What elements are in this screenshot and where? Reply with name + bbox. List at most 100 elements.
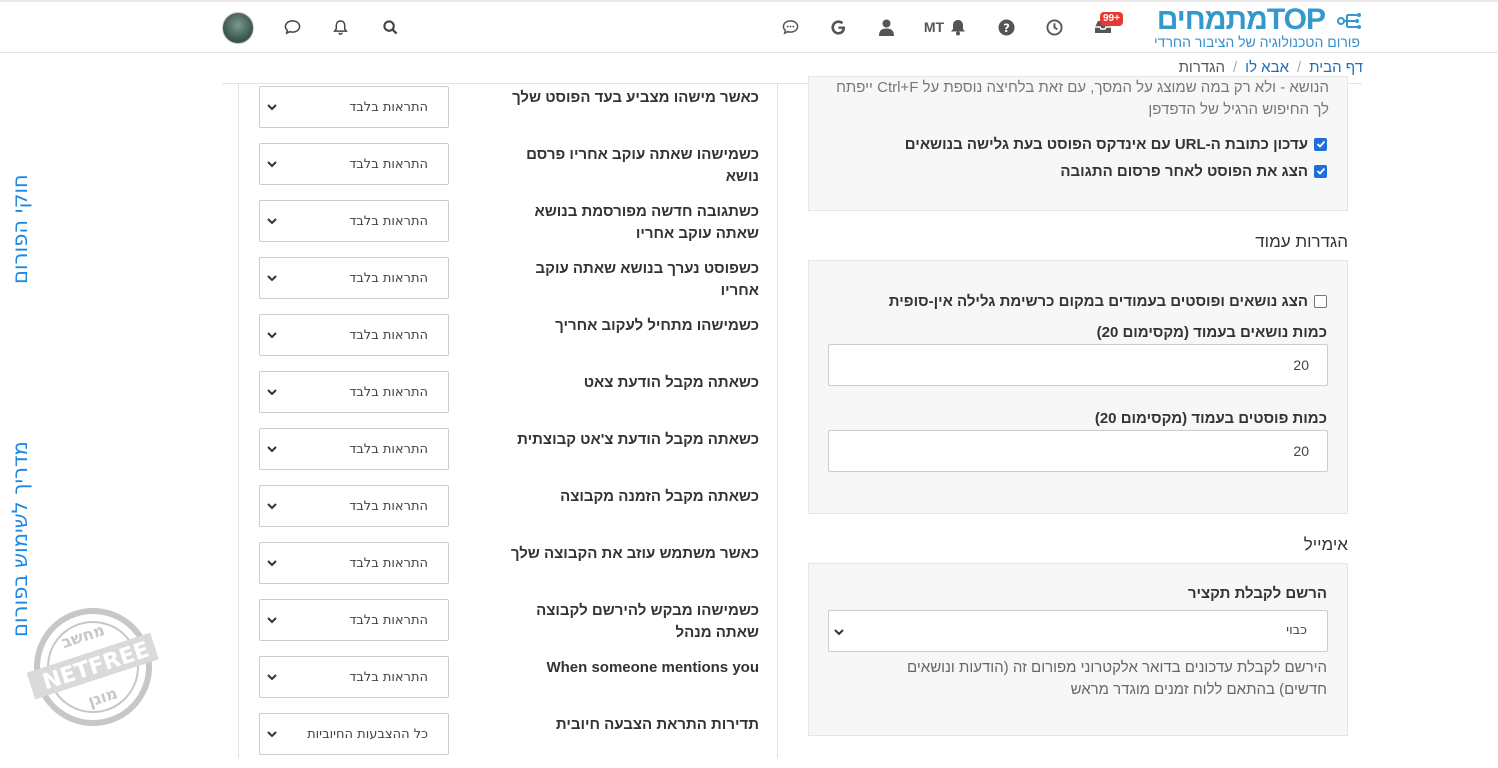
logo-title: מתמחיםTOP [1156,3,1326,36]
notification-select-value: התראות בלבד [349,498,428,514]
notification-label: כשאתה מקבל הודעת צ'אט קבוצתית [517,431,759,448]
notification-row: כשאתה מקבל הזמנה מקבוצה התראות בלבד [239,483,779,540]
watermark-top: מחשב [59,620,107,652]
notification-select[interactable]: התראות בלבד [259,371,449,413]
chevron-down-icon [267,104,277,111]
notification-select[interactable]: התראות בלבד [259,485,449,527]
notification-select[interactable]: התראות בלבד [259,542,449,584]
notification-label: כשמישהו שאתה עוקב אחריו פרסם נושא [526,146,759,185]
chevron-down-icon [267,161,277,168]
breadcrumb-user[interactable]: אבא לו [1245,59,1289,76]
notification-select[interactable]: התראות בלבד [259,257,449,299]
bell-icon[interactable] [948,2,968,52]
page-settings-title: הגדרות עמוד [1255,232,1348,251]
notification-row: כשמישהו שאתה עוקב אחריו פרסם נושא התראות… [239,141,779,198]
notification-select-value: התראות בלבד [349,327,428,343]
notification-label: כשאתה מקבל הודעת צאט [583,374,759,391]
notification-label: תדירות התראת הצבעה חיובית [555,716,759,733]
email-card: הרשם לקבלת תקציר כבוי הירשם לקבלת עדכוני… [808,563,1348,736]
notification-label: כשתגובה חדשה מפורסמת בנושא שאתה עוקב אחר… [534,203,759,242]
digest-help-text: הירשם לקבלת עדכונים בדואר אלקטרוני מפורו… [907,659,1327,698]
logo-circuit-icon [1337,13,1361,29]
chevron-down-icon [267,560,277,567]
notification-select-value: התראות בלבד [349,213,428,229]
chevron-down-icon [267,503,277,510]
digest-select-value: כבוי [1286,623,1307,638]
inbox-icon[interactable] [1092,2,1114,52]
notification-select-value: התראות בלבד [349,270,428,286]
notification-select[interactable]: התראות בלבד [259,86,449,128]
notification-select[interactable]: התראות בלבד [259,428,449,470]
search-help-text: הנושא - ולא רק במה שמוצג על המסך, עם זאת… [836,79,1329,118]
svg-text:?: ? [1003,20,1010,34]
general-settings-card: הנושא - ולא רק במה שמוצג על המסך, עם זאת… [808,76,1348,211]
digest-label: הרשם לקבלת תקציר [1187,585,1327,602]
chevron-down-icon [267,617,277,624]
notification-select-value: התראות בלבד [349,441,428,457]
chevron-down-icon [267,389,277,396]
user-icon[interactable] [876,2,896,52]
chevron-down-icon [834,629,844,636]
avatar[interactable] [222,12,254,44]
site-header: מתמחיםTOP פורום הטכנולוגיה של הציבור החר… [0,2,1498,53]
notification-row: כשפוסט נערך בנושא שאתה עוקב אחריו התראות… [239,255,779,312]
posts-per-page-label: כמות פוסטים בעמוד (מקסימום 20) [1094,410,1327,427]
help-icon[interactable]: ? [996,2,1016,52]
google-icon[interactable] [828,2,848,52]
notification-label: כאשר משתמש עוזב את הקבוצה שלך [510,545,759,562]
url-index-label: עדכון כתובת ה-URL עם אינדקס הפוסט בעת גל… [904,135,1308,153]
email-title: אימייל [1303,535,1348,554]
notification-select[interactable]: התראות בלבד [259,656,449,698]
notification-row: כאשר משתמש עוזב את הקבוצה שלך התראות בלב… [239,540,779,597]
chevron-down-icon [267,275,277,282]
checkmark-icon [1316,167,1325,175]
chevron-down-icon [267,674,277,681]
topics-per-page-input[interactable]: 20 [828,344,1328,386]
notification-select[interactable]: התראות בלבד [259,314,449,356]
pagination-checkbox[interactable] [1314,294,1327,308]
topics-per-page-value: 20 [1293,357,1309,373]
notification-label: כשמישהו מבקש להירשם לקבוצה שאתה מנהל [536,602,759,641]
breadcrumb-current: הגדרות [1178,58,1225,76]
notifications-icon[interactable] [330,2,350,52]
page-settings-card: הצג נושאים ופוסטים בעמודים במקום כרשימת … [808,260,1348,514]
notification-label: כשמישהו מתחיל לעקוב אחריך [555,317,759,334]
show-post-label: הצג את הפוסט לאחר פרסום התגובה [1060,162,1308,180]
show-post-setting[interactable]: הצג את הפוסט לאחר פרסום התגובה [1060,161,1327,181]
breadcrumb-separator: / [1233,58,1238,76]
notification-select[interactable]: כל ההצבעות החיוביות [259,713,449,755]
search-icon[interactable] [380,2,400,52]
pagination-label: הצג נושאים ופוסטים בעמודים במקום כרשימת … [888,292,1308,310]
posts-per-page-value: 20 [1293,443,1309,459]
notification-select-value: התראות בלבד [349,99,428,115]
forum-rules-link[interactable]: חוקי הפורום [8,174,32,284]
notification-row: תדירות התראת הצבעה חיובית כל ההצבעות החי… [239,711,779,768]
user-initials[interactable]: MT [920,2,948,52]
breadcrumb-home[interactable]: דף הבית [1309,59,1363,76]
site-logo[interactable]: מתמחיםTOP פורום הטכנולוגיה של הציבור החר… [1133,3,1365,52]
url-index-checkbox[interactable] [1314,137,1327,151]
notification-row: כאשר מישהו מצביע בעד הפוסט שלך התראות בל… [239,84,779,141]
chevron-down-icon [267,446,277,453]
url-index-setting[interactable]: עדכון כתובת ה-URL עם אינדקס הפוסט בעת גל… [905,134,1327,154]
notification-select-value: התראות בלבד [349,612,428,628]
notification-select[interactable]: התראות בלבד [259,143,449,185]
notification-select[interactable]: התראות בלבד [259,599,449,641]
checkmark-icon [1316,140,1325,148]
clock-icon[interactable] [1044,2,1064,52]
show-post-checkbox[interactable] [1314,164,1327,178]
posts-per-page-input[interactable]: 20 [828,430,1328,472]
chats-icon[interactable] [282,2,302,52]
chevron-down-icon [267,218,277,225]
notification-row: כשמישהו מתחיל לעקוב אחריך התראות בלבד [239,312,779,369]
digest-select[interactable]: כבוי [828,610,1328,652]
notification-select[interactable]: התראות בלבד [259,200,449,242]
notification-label: When someone mentions you [546,659,759,676]
pagination-setting[interactable]: הצג נושאים ופוסטים בעמודים במקום כרשימת … [889,291,1327,311]
inbox-badge: 99+ [1100,12,1123,26]
chat-icon[interactable] [780,2,800,52]
breadcrumb-separator: / [1297,58,1302,76]
chevron-down-icon [267,332,277,339]
notification-row: When someone mentions you התראות בלבד [239,654,779,711]
notification-label: כאשר מישהו מצביע בעד הפוסט שלך [512,89,759,106]
